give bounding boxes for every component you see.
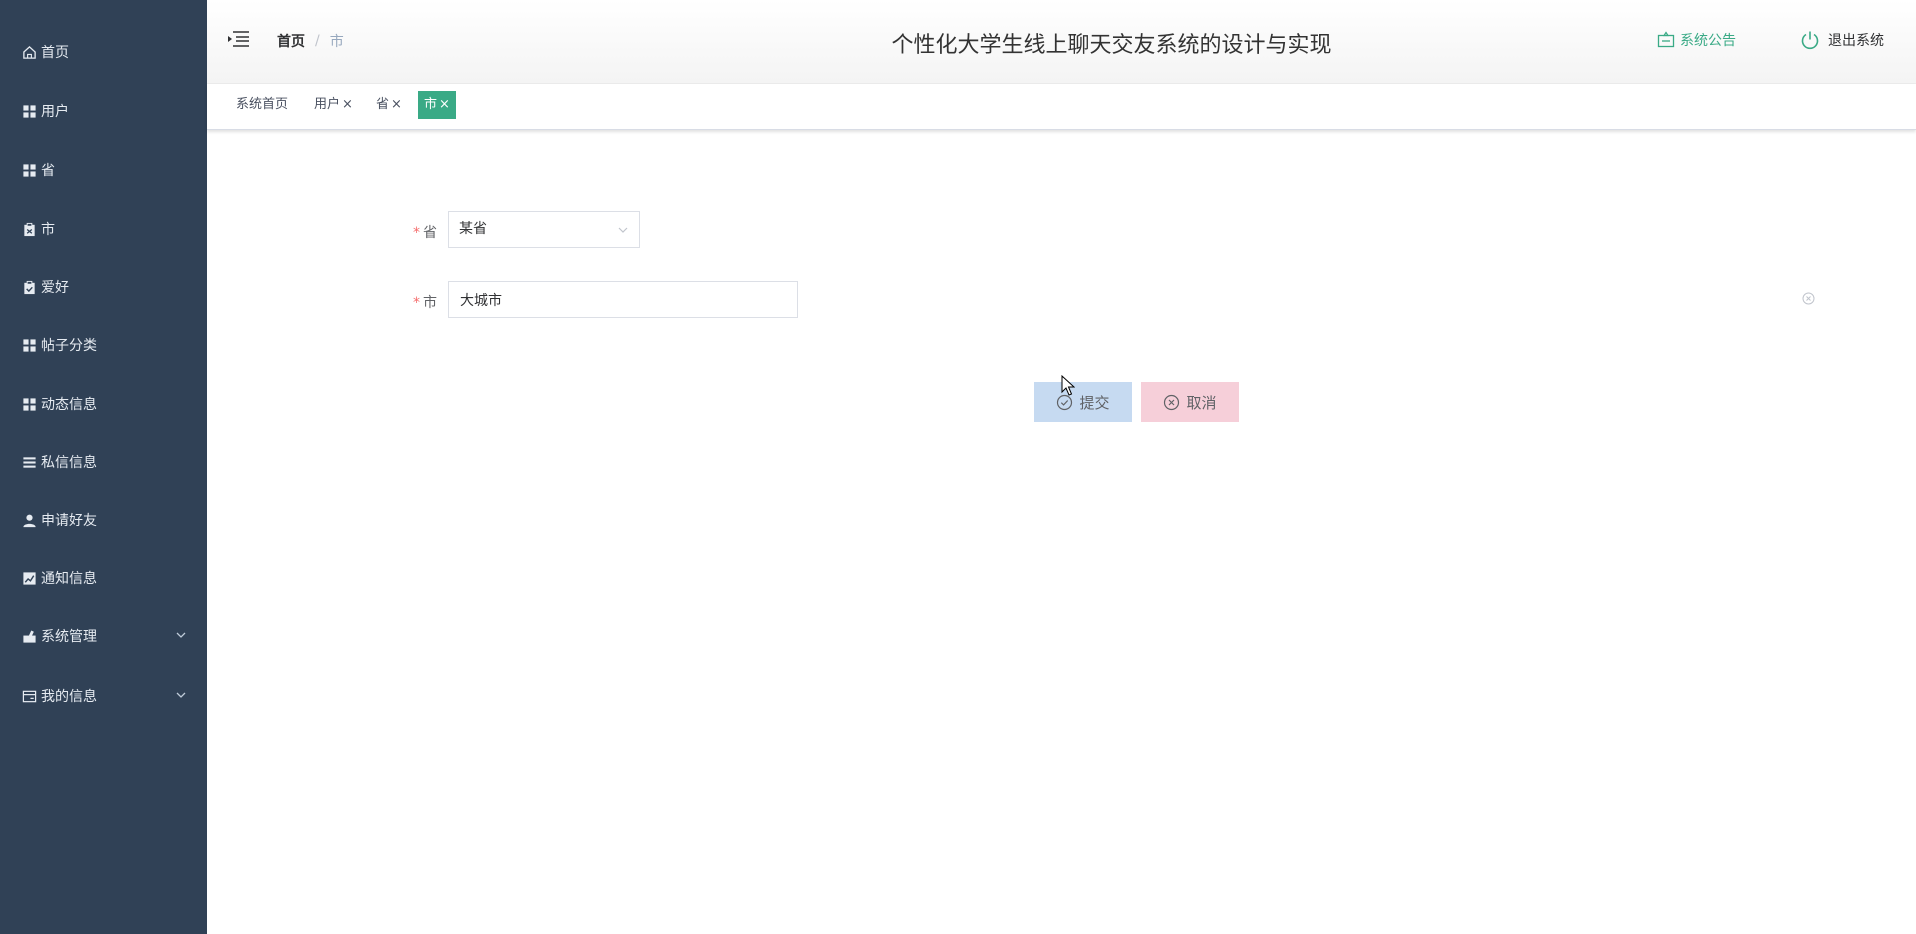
mouse-cursor-icon: [1061, 375, 1075, 396]
sidebar-item-label: 我的信息: [41, 689, 97, 705]
sidebar-item-my-info[interactable]: 我的信息: [0, 674, 207, 718]
tags-view-bar: 系统首页 用户 × 省 × 市 ×: [207, 84, 1916, 130]
city-input[interactable]: [448, 281, 798, 318]
clipboard-check-icon: [21, 279, 37, 295]
cancel-label: 取消: [1186, 393, 1217, 412]
tag-city[interactable]: 市 ×: [418, 91, 456, 119]
city-label: * 市: [413, 295, 437, 311]
clipboard-icon: [21, 221, 37, 237]
required-mark: *: [413, 295, 420, 311]
logout-label: 退出系统: [1828, 33, 1884, 49]
sidebar-item-label: 申请好友: [41, 513, 97, 529]
required-mark: *: [413, 225, 420, 241]
chevron-down-icon: [176, 632, 186, 638]
notice-label: 系统公告: [1680, 33, 1736, 49]
sidebar-item-label: 市: [41, 222, 55, 238]
tag-label: 用户: [314, 97, 341, 112]
province-label: * 省: [413, 225, 437, 241]
close-icon[interactable]: ×: [439, 97, 450, 112]
logout-button[interactable]: 退出系统: [1800, 30, 1884, 50]
sidebar-item-province[interactable]: 省: [0, 148, 207, 192]
close-circle-icon: [1164, 394, 1180, 410]
sidebar-item-label: 通知信息: [41, 571, 97, 587]
power-icon: [1801, 31, 1819, 50]
user-icon: [21, 512, 37, 528]
chart-icon: [21, 570, 37, 586]
submit-button[interactable]: 提交: [1034, 382, 1132, 422]
sidebar-item-hobby[interactable]: 爱好: [0, 265, 207, 309]
grid-icon: [21, 396, 37, 412]
tag-label: 省: [376, 97, 390, 112]
province-select-value: 某省: [459, 221, 487, 237]
chevron-down-icon: [176, 692, 186, 698]
sidebar-item-messages[interactable]: 私信信息: [0, 440, 207, 484]
card-icon: [21, 688, 37, 704]
sidebar-item-label: 私信信息: [41, 455, 97, 471]
sidebar-item-post-category[interactable]: 帖子分类: [0, 323, 207, 367]
sidebar-item-label: 首页: [41, 45, 69, 61]
sidebar: 首页 用户 省 市 爱好 帖子分类 动态信息 私信信息 申请好友 通知信息 系统…: [0, 0, 207, 934]
grid-icon: [21, 103, 37, 119]
sidebar-item-label: 省: [41, 163, 55, 179]
chevron-down-icon: [618, 227, 628, 233]
sidebar-item-system-admin[interactable]: 系统管理: [0, 614, 207, 658]
sidebar-item-home[interactable]: 首页: [0, 30, 207, 74]
sidebar-item-notifications[interactable]: 通知信息: [0, 556, 207, 600]
grid-icon: [21, 337, 37, 353]
tool-icon: [21, 628, 37, 644]
tag-province[interactable]: 省 ×: [370, 91, 408, 119]
sidebar-item-city[interactable]: 市: [0, 207, 207, 251]
sidebar-item-label: 用户: [41, 104, 69, 120]
sidebar-item-label: 爱好: [41, 280, 69, 296]
close-icon[interactable]: ×: [342, 97, 353, 112]
notice-board-icon: [1657, 31, 1675, 48]
grid-icon: [21, 162, 37, 178]
province-select[interactable]: 某省: [448, 211, 640, 248]
sidebar-item-label: 系统管理: [41, 629, 97, 645]
cancel-button[interactable]: 取消: [1141, 382, 1239, 422]
tag-label: 系统首页: [236, 97, 289, 112]
tag-system-home[interactable]: 系统首页: [230, 91, 294, 119]
system-notice-button[interactable]: 系统公告: [1657, 30, 1736, 50]
sidebar-item-feed[interactable]: 动态信息: [0, 382, 207, 426]
close-icon[interactable]: ×: [391, 97, 402, 112]
top-header: 首页 / 市 个性化大学生线上聊天交友系统的设计与实现 系统公告 退出系统: [207, 0, 1916, 84]
sidebar-item-label: 帖子分类: [41, 338, 97, 354]
submit-label: 提交: [1079, 393, 1110, 412]
sidebar-item-friend-request[interactable]: 申请好友: [0, 498, 207, 542]
home-icon: [21, 44, 37, 60]
sidebar-item-users[interactable]: 用户: [0, 89, 207, 133]
tag-users[interactable]: 用户 ×: [308, 91, 359, 119]
sidebar-item-label: 动态信息: [41, 397, 97, 413]
list-icon: [21, 454, 37, 470]
tag-label: 市: [424, 97, 438, 112]
app-root: 首页 用户 省 市 爱好 帖子分类 动态信息 私信信息 申请好友 通知信息 系统…: [0, 0, 1916, 934]
clear-icon[interactable]: [1802, 292, 1815, 305]
